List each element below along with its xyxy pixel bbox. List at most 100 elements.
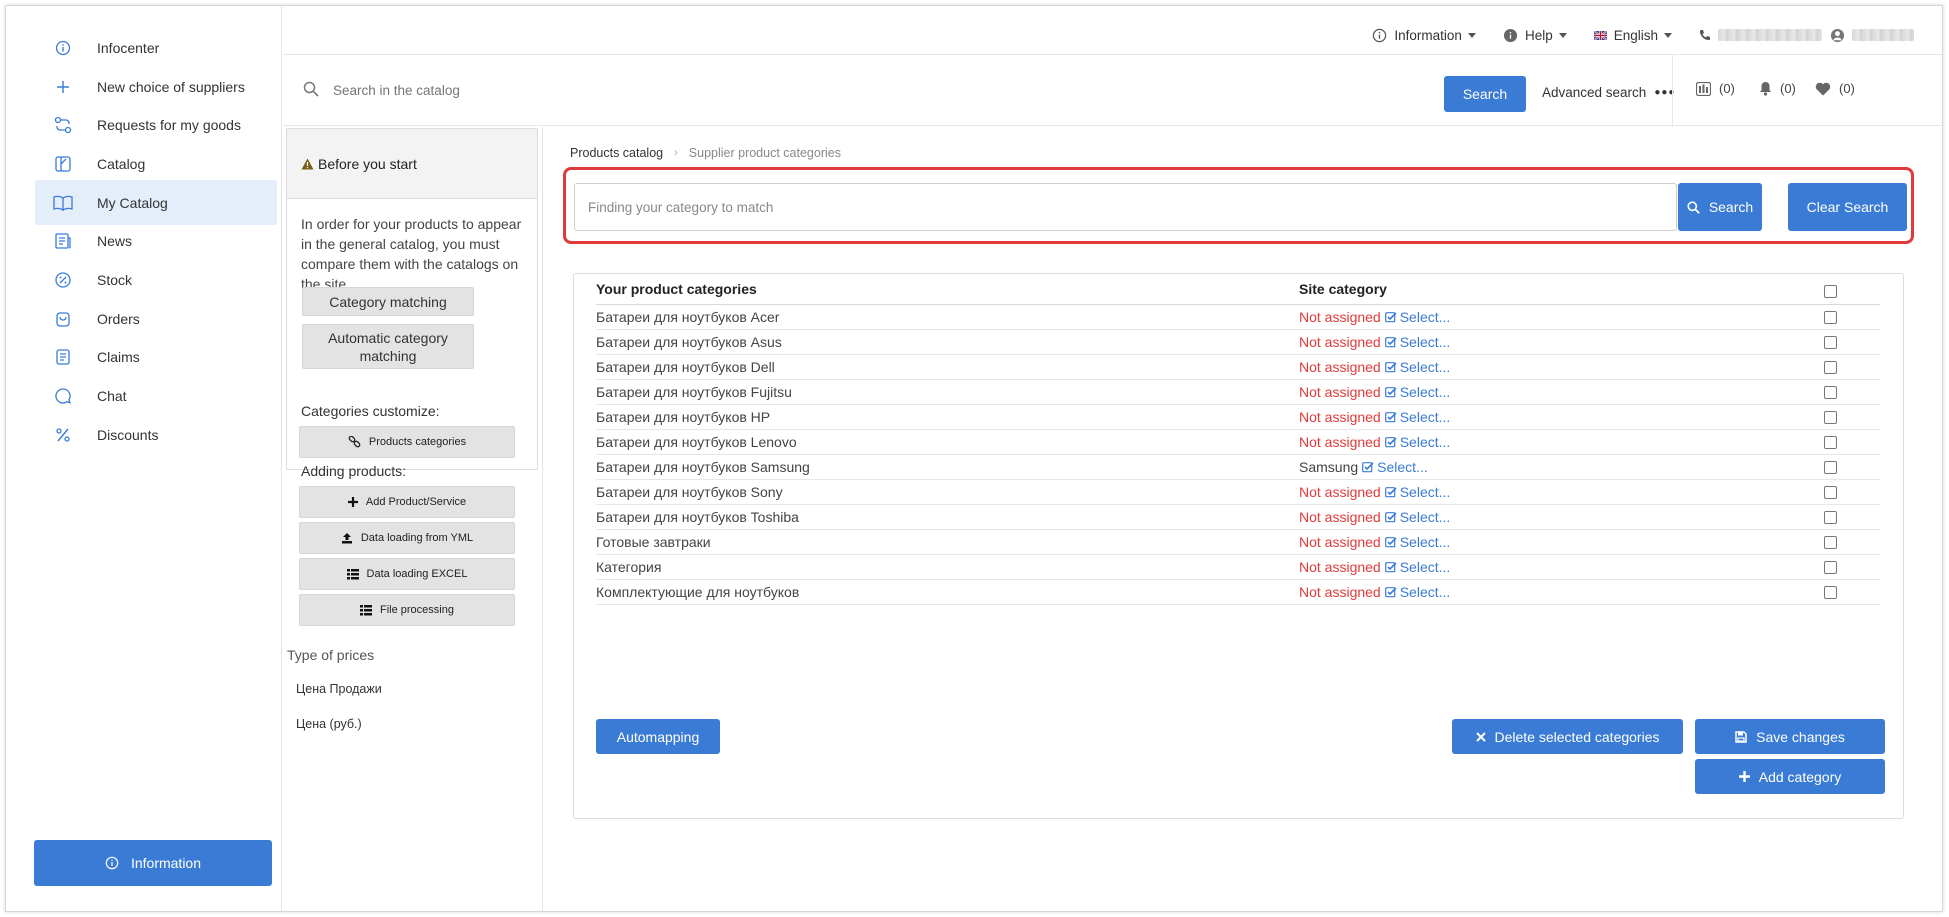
compare-counter[interactable]: (0) [1696,81,1735,96]
price-type-rub[interactable]: Цена (руб.) [296,717,362,731]
category-name: Батареи для ноутбуков Sony [596,484,783,500]
add-category-button[interactable]: Add category [1695,759,1885,794]
row-checkbox[interactable] [1824,336,1837,349]
language-menu[interactable]: English [1593,27,1672,43]
divider [1672,55,1673,127]
information-button-label: Information [130,855,202,871]
checkbox-edit-icon [1384,587,1397,598]
site-category-status: Not assigned [1299,584,1381,600]
file-processing-button[interactable]: File processing [299,594,515,626]
caret-down-icon [1558,32,1567,38]
select-category-link[interactable]: Select... [1384,534,1450,550]
data-loading-yml-button[interactable]: Data loading from YML [299,522,515,554]
search-icon [1687,200,1700,214]
select-category-link[interactable]: Select... [1384,434,1450,450]
row-checkbox[interactable] [1824,411,1837,424]
select-label: Select... [1399,509,1451,525]
checkbox-edit-icon [1384,487,1397,498]
information-menu[interactable]: Information [1372,28,1476,43]
row-checkbox[interactable] [1824,486,1837,499]
select-category-link[interactable]: Select... [1362,459,1428,475]
site-category-cell: Not assigned Select... [1299,359,1450,375]
catalog-search-bar: Search Advanced search ●●● (0) (0) (0) [283,54,1942,127]
uk-flag-icon [1593,30,1607,40]
select-category-link[interactable]: Select... [1384,384,1451,400]
clear-search-button[interactable]: Clear Search [1788,183,1907,231]
row-checkbox[interactable] [1824,461,1837,474]
heart-icon [1815,82,1831,95]
search-button[interactable]: Search [1444,76,1526,112]
checkbox-edit-icon [1384,312,1397,323]
upload-icon [341,533,352,544]
row-checkbox[interactable] [1824,311,1837,324]
sidebar-item-label: Orders [97,310,140,327]
checkbox-edit-icon [1384,387,1397,398]
information-button[interactable]: Information [34,840,272,886]
save-changes-button[interactable]: Save changes [1695,719,1885,754]
select-label: Select... [1399,384,1451,400]
select-category-link[interactable]: Select... [1384,509,1451,525]
add-product-button[interactable]: Add Product/Service [299,486,515,518]
select-category-link[interactable]: Select... [1384,309,1450,325]
select-category-link[interactable]: Select... [1384,409,1451,425]
products-categories-button[interactable]: Products categories [299,426,515,458]
category-name: Батареи для ноутбуков Toshiba [596,509,799,525]
price-type-sale[interactable]: Цена Продажи [296,682,382,696]
site-category-cell: Not assigned Select... [1299,559,1450,575]
select-category-link[interactable]: Select... [1384,484,1450,500]
checkbox-edit-icon [1384,512,1397,523]
select-label: Select... [1399,409,1451,425]
help-menu[interactable]: Help [1503,28,1567,43]
search-icon [303,81,319,97]
category-matching-button[interactable]: Category matching [302,287,474,316]
language-menu-label: English [1613,27,1658,43]
row-checkbox[interactable] [1824,361,1837,374]
favorites-counter[interactable]: (0) [1815,81,1855,96]
notifications-counter[interactable]: (0) [1759,81,1796,96]
checkbox-edit-icon [1384,537,1397,548]
table-row: Батареи для ноутбуков Toshiba Not assigne… [596,505,1880,530]
automatic-category-matching-button[interactable]: Automatic category matching [302,324,474,369]
row-checkbox[interactable] [1824,386,1837,399]
before-you-start-text: In order for your products to appear in … [301,216,522,292]
select-category-link[interactable]: Select... [1384,359,1450,375]
row-checkbox[interactable] [1824,561,1837,574]
user-menu[interactable] [1830,28,1914,43]
sidebar-item-label: Requests for my goods [97,116,241,133]
data-loading-excel-button[interactable]: Data loading EXCEL [299,558,515,590]
sidebar-item-label: Discounts [97,426,159,443]
category-name: Комплектующие для ноутбуков [596,584,800,600]
select-all-checkbox[interactable] [1824,285,1837,298]
sidebar-item-discounts[interactable]: Discounts [35,412,277,457]
table-row: Батареи для ноутбуков Asus Not assigned Se… [596,330,1880,355]
sidebar-item-label: News [97,232,133,249]
table-header: Your product categories Site category [596,274,1880,305]
column-header-site-category: Site category [1299,281,1387,297]
notifications-count: (0) [1780,81,1796,96]
row-checkbox[interactable] [1824,511,1837,524]
percent-badge-icon [52,269,74,291]
site-category-cell: Not assigned Select... [1299,584,1450,600]
advanced-search-link[interactable]: Advanced search ●●● [1542,85,1675,100]
select-category-link[interactable]: Select... [1384,584,1450,600]
automapping-button[interactable]: Automapping [596,719,720,754]
link-icon [348,435,361,447]
category-name: Батареи для ноутбуков HP [596,409,771,425]
products-categories-label: Products categories [368,436,467,448]
breadcrumb-products-catalog[interactable]: Products catalog [570,146,663,160]
site-category-status: Not assigned [1299,434,1381,450]
row-checkbox[interactable] [1824,436,1837,449]
row-checkbox[interactable] [1824,586,1837,599]
category-search-input[interactable]: Finding your category to match [574,183,1677,231]
checkbox-edit-icon [1384,562,1397,573]
site-category-cell: Not assigned Select... [1299,409,1450,425]
catalog-search-input[interactable] [333,75,1153,105]
select-category-link[interactable]: Select... [1384,334,1450,350]
help-menu-label: Help [1524,27,1553,43]
row-checkbox[interactable] [1824,536,1837,549]
delete-selected-categories-button[interactable]: Delete selected categories [1452,719,1683,754]
compare-count: (0) [1719,81,1735,96]
select-category-link[interactable]: Select... [1384,559,1450,575]
data-loading-yml-label: Data loading from YML [360,532,474,544]
category-search-button[interactable]: Search [1678,183,1762,231]
